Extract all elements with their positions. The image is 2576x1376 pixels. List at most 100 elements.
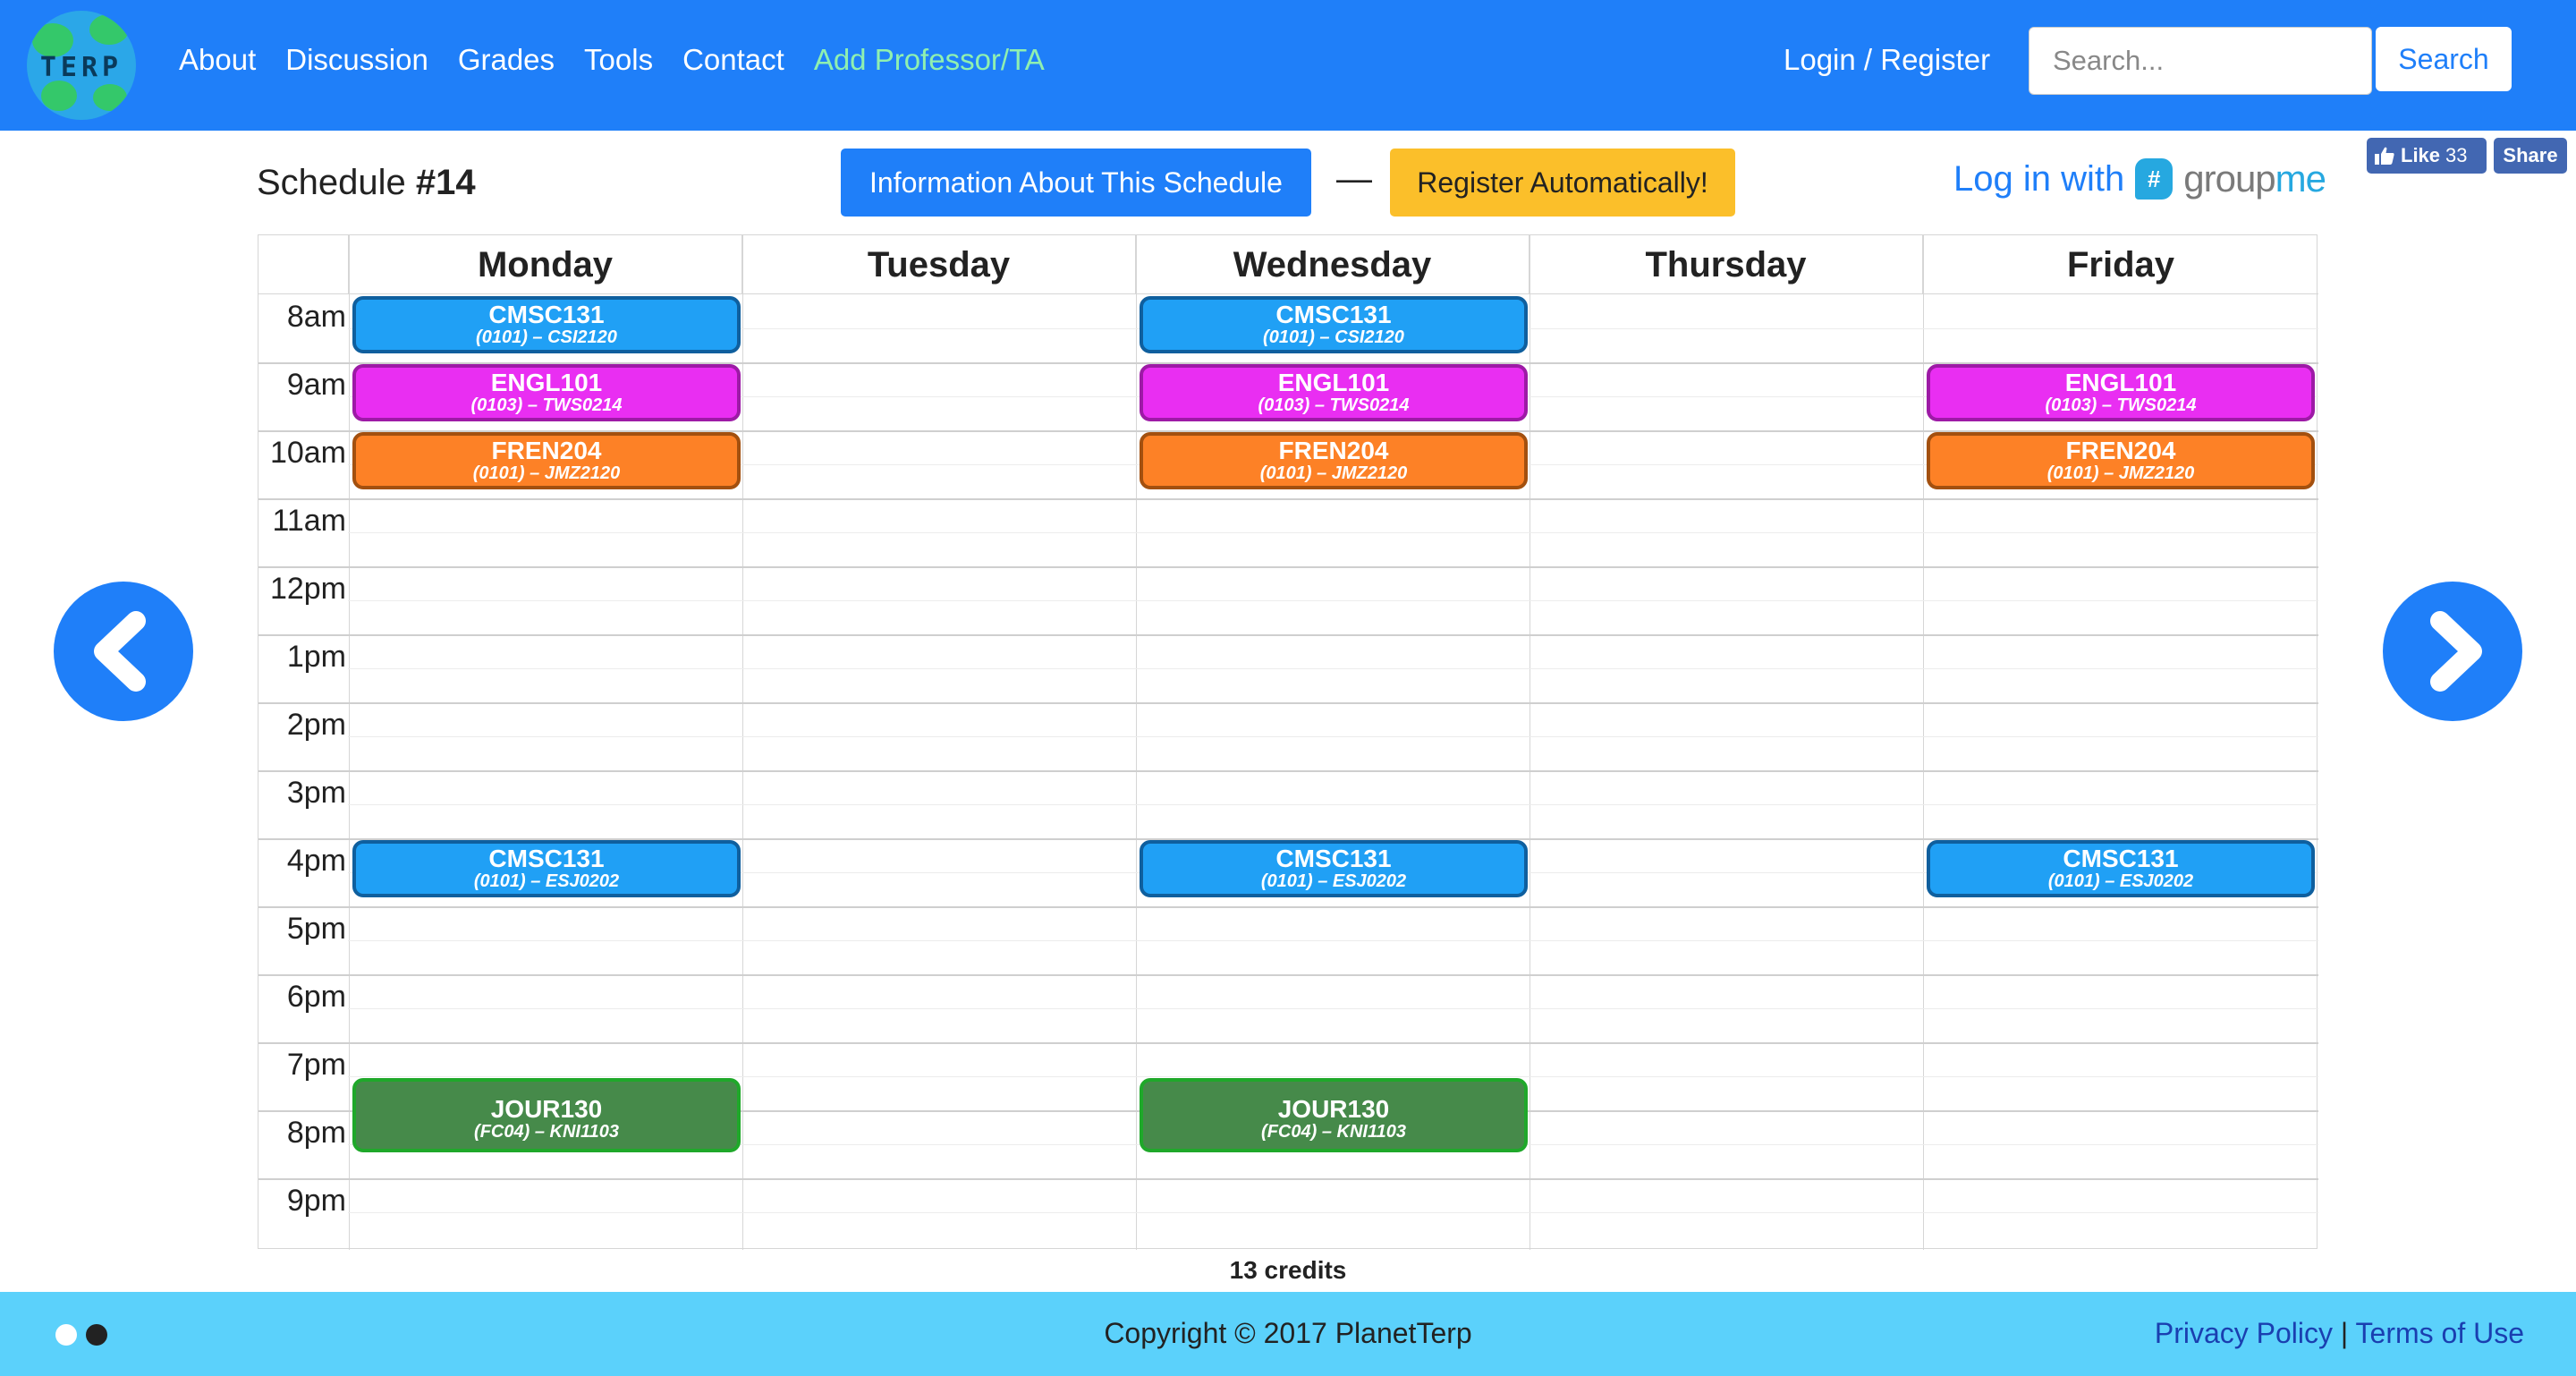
course-block-fren204[interactable]: FREN204 (0101) – JMZ2120 bbox=[352, 432, 741, 489]
time-label: 10am bbox=[269, 436, 346, 470]
course-section-location: (0101) – JMZ2120 bbox=[472, 463, 621, 483]
schedule-title: Schedule #14 bbox=[257, 163, 476, 203]
like-label: Like bbox=[2401, 144, 2441, 166]
planetterp-logo[interactable]: TERP bbox=[27, 11, 136, 120]
course-block-jour130[interactable]: JOUR130 (FC04) – KNI1103 bbox=[352, 1078, 741, 1152]
header-dash: — bbox=[1336, 159, 1372, 199]
course-section-location: (0101) – JMZ2120 bbox=[1259, 463, 1408, 483]
nav-links: About Discussion Grades Tools Contact Ad… bbox=[179, 43, 1045, 77]
course-section-location: (0103) – TWS0214 bbox=[470, 395, 623, 415]
groupme-login-label: Log in with bbox=[1953, 158, 2125, 199]
course-block-engl101[interactable]: ENGL101 (0103) – TWS0214 bbox=[1140, 364, 1528, 421]
hour-gridline bbox=[258, 770, 2318, 772]
schedule-number: #14 bbox=[415, 163, 476, 202]
footer-separator: | bbox=[2333, 1317, 2356, 1349]
hour-gridline bbox=[258, 702, 2318, 704]
logo-continent bbox=[41, 81, 77, 111]
search-button[interactable]: Search bbox=[2376, 27, 2512, 91]
course-section-location: (0103) – TWS0214 bbox=[2045, 395, 2197, 415]
course-code: CMSC131 bbox=[2063, 845, 2179, 872]
course-block-cmsc131[interactable]: CMSC131 (0101) – ESJ0202 bbox=[1927, 840, 2315, 897]
time-label: 8am bbox=[286, 300, 346, 334]
groupme-wordmark-group: group bbox=[2183, 157, 2275, 200]
light-theme-dot[interactable] bbox=[55, 1324, 77, 1346]
course-section-location: (0103) – TWS0214 bbox=[1258, 395, 1410, 415]
course-code: CMSC131 bbox=[488, 845, 605, 872]
credits-total: 13 credits bbox=[1229, 1256, 1347, 1284]
course-code: ENGL101 bbox=[1277, 369, 1390, 396]
chevron-right-icon bbox=[2430, 611, 2482, 692]
course-block-engl101[interactable]: ENGL101 (0103) – TWS0214 bbox=[352, 364, 741, 421]
course-section-location: (0101) – CSI2120 bbox=[476, 327, 617, 347]
login-register-link[interactable]: Login / Register bbox=[1784, 43, 1990, 77]
course-code: FREN204 bbox=[2065, 437, 2176, 464]
day-header-monday: Monday bbox=[349, 235, 742, 294]
time-label: 2pm bbox=[286, 708, 346, 742]
half-hour-gridline bbox=[348, 736, 2318, 737]
course-section-location: (0101) – ESJ0202 bbox=[2047, 871, 2194, 891]
thumbs-up-icon bbox=[2375, 147, 2394, 165]
course-code: ENGL101 bbox=[490, 369, 603, 396]
course-block-cmsc131[interactable]: CMSC131 (0101) – ESJ0202 bbox=[1140, 840, 1528, 897]
search-input[interactable] bbox=[2029, 27, 2372, 95]
course-block-jour130[interactable]: JOUR130 (FC04) – KNI1103 bbox=[1140, 1078, 1528, 1152]
schedule-info-button[interactable]: Information About This Schedule bbox=[841, 149, 1311, 217]
day-header-tuesday: Tuesday bbox=[742, 235, 1136, 294]
day-column-divider bbox=[349, 235, 350, 1250]
course-block-engl101[interactable]: ENGL101 (0103) – TWS0214 bbox=[1927, 364, 2315, 421]
course-code: CMSC131 bbox=[1275, 845, 1392, 872]
copyright-text: Copyright © 2017 PlanetTerp bbox=[1104, 1317, 1472, 1349]
logo-continent bbox=[89, 14, 129, 45]
next-schedule-button[interactable] bbox=[2383, 582, 2522, 721]
day-column-divider bbox=[1136, 235, 1137, 1250]
day-column-divider bbox=[1923, 235, 1924, 1250]
course-block-fren204[interactable]: FREN204 (0101) – JMZ2120 bbox=[1140, 432, 1528, 489]
half-hour-gridline bbox=[348, 668, 2318, 669]
course-section-location: (FC04) – KNI1103 bbox=[474, 1122, 619, 1142]
nav-link-discussion[interactable]: Discussion bbox=[285, 43, 428, 77]
theme-toggle[interactable] bbox=[55, 1324, 107, 1346]
time-label: 4pm bbox=[286, 844, 346, 878]
previous-schedule-button[interactable] bbox=[54, 582, 193, 721]
course-code: FREN204 bbox=[491, 437, 602, 464]
half-hour-gridline bbox=[348, 1076, 2318, 1077]
time-label: 9am bbox=[286, 368, 346, 402]
time-label: 11am bbox=[272, 504, 346, 538]
half-hour-gridline bbox=[348, 532, 2318, 533]
time-label: 8pm bbox=[286, 1116, 346, 1150]
day-column-divider bbox=[742, 235, 743, 1250]
hour-gridline bbox=[258, 498, 2318, 500]
time-label: 9pm bbox=[286, 1184, 346, 1218]
course-block-cmsc131[interactable]: CMSC131 (0101) – CSI2120 bbox=[1140, 296, 1528, 353]
privacy-policy-link[interactable]: Privacy Policy bbox=[2155, 1317, 2333, 1349]
course-code: JOUR130 bbox=[490, 1095, 603, 1123]
logo-continent bbox=[93, 84, 127, 111]
nav-link-about[interactable]: About bbox=[179, 43, 256, 77]
chevron-left-icon bbox=[94, 611, 146, 692]
nav-link-tools[interactable]: Tools bbox=[584, 43, 653, 77]
half-hour-gridline bbox=[348, 940, 2318, 941]
time-label: 12pm bbox=[269, 572, 346, 606]
day-header-friday: Friday bbox=[1923, 235, 2318, 294]
nav-link-grades[interactable]: Grades bbox=[458, 43, 555, 77]
course-code: ENGL101 bbox=[2064, 369, 2177, 396]
time-label: 1pm bbox=[286, 640, 346, 674]
course-block-cmsc131[interactable]: CMSC131 (0101) – ESJ0202 bbox=[352, 840, 741, 897]
half-hour-gridline bbox=[348, 1008, 2318, 1009]
dark-theme-dot[interactable] bbox=[86, 1324, 107, 1346]
groupme-login-link[interactable]: Log in with # groupme bbox=[1953, 157, 2326, 200]
groupme-wordmark: groupme bbox=[2183, 157, 2326, 200]
nav-link-contact[interactable]: Contact bbox=[682, 43, 784, 77]
terms-of-use-link[interactable]: Terms of Use bbox=[2356, 1317, 2524, 1349]
nav-link-add-professor[interactable]: Add Professor/TA bbox=[814, 43, 1045, 77]
half-hour-gridline bbox=[348, 804, 2318, 805]
course-section-location: (0101) – JMZ2120 bbox=[2046, 463, 2195, 483]
schedule-calendar: Monday Tuesday Wednesday Thursday Friday… bbox=[258, 234, 2318, 1250]
hour-gridline bbox=[258, 974, 2318, 976]
register-automatically-button[interactable]: Register Automatically! bbox=[1390, 149, 1735, 217]
course-block-cmsc131[interactable]: CMSC131 (0101) – CSI2120 bbox=[352, 296, 741, 353]
facebook-share-button[interactable]: Share bbox=[2494, 138, 2567, 174]
course-block-fren204[interactable]: FREN204 (0101) – JMZ2120 bbox=[1927, 432, 2315, 489]
facebook-like-button[interactable]: Like 33 bbox=[2367, 138, 2487, 174]
hour-gridline bbox=[258, 1178, 2318, 1180]
